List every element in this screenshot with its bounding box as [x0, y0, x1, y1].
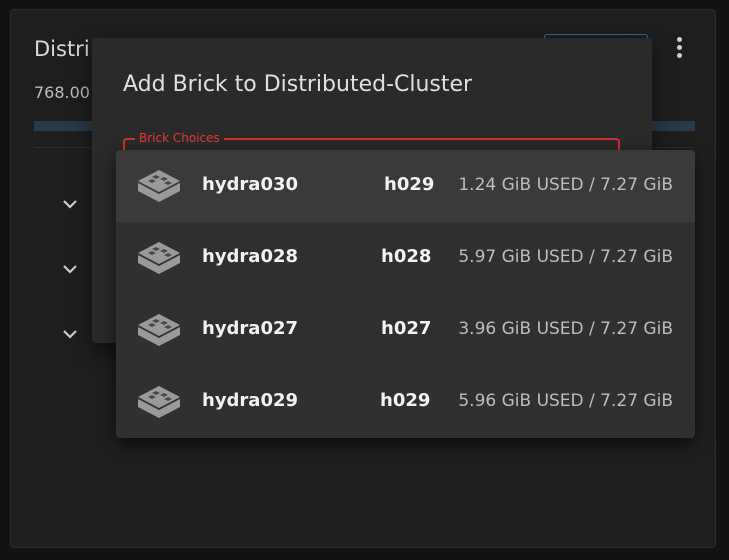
- brick-option[interactable]: hydra028 h028 5.97 GiB USED / 7.27 GiB: [116, 222, 695, 294]
- brick-choices-label: Brick Choices: [135, 131, 224, 145]
- brick-icon: [138, 170, 180, 202]
- card-title: Distri: [34, 37, 90, 61]
- brick-option[interactable]: hydra029 h029 5.96 GiB USED / 7.27 GiB: [116, 366, 695, 438]
- brick-host: h027: [381, 318, 432, 339]
- more-options-icon[interactable]: [669, 37, 689, 63]
- brick-name: hydra028: [202, 246, 299, 267]
- brick-icon: [138, 386, 180, 418]
- chevron-down-icon[interactable]: [61, 260, 79, 278]
- brick-usage: 5.97 GiB USED / 7.27 GiB: [458, 247, 673, 267]
- chevron-down-icon[interactable]: [61, 195, 79, 213]
- brick-option[interactable]: hydra027 h027 3.96 GiB USED / 7.27 GiB: [116, 294, 695, 366]
- brick-icon: [138, 314, 180, 346]
- brick-option[interactable]: hydra030 h029 1.24 GiB USED / 7.27 GiB: [116, 150, 695, 222]
- brick-name: hydra027: [202, 318, 299, 339]
- dialog-title: Add Brick to Distributed-Cluster: [123, 72, 473, 97]
- brick-usage: 1.24 GiB USED / 7.27 GiB: [458, 175, 673, 195]
- brick-choices-menu: hydra030 h029 1.24 GiB USED / 7.27 GiB h…: [116, 150, 695, 438]
- brick-name: hydra030: [202, 174, 299, 195]
- brick-host: h029: [380, 390, 431, 411]
- brick-host: h028: [381, 246, 432, 267]
- card-subtitle: 768.00: [34, 83, 90, 102]
- brick-usage: 5.96 GiB USED / 7.27 GiB: [458, 391, 673, 411]
- brick-host: h029: [384, 174, 435, 195]
- brick-icon: [138, 242, 180, 274]
- chevron-down-icon[interactable]: [61, 325, 79, 343]
- brick-name: hydra029: [202, 390, 299, 411]
- brick-usage: 3.96 GiB USED / 7.27 GiB: [458, 319, 673, 339]
